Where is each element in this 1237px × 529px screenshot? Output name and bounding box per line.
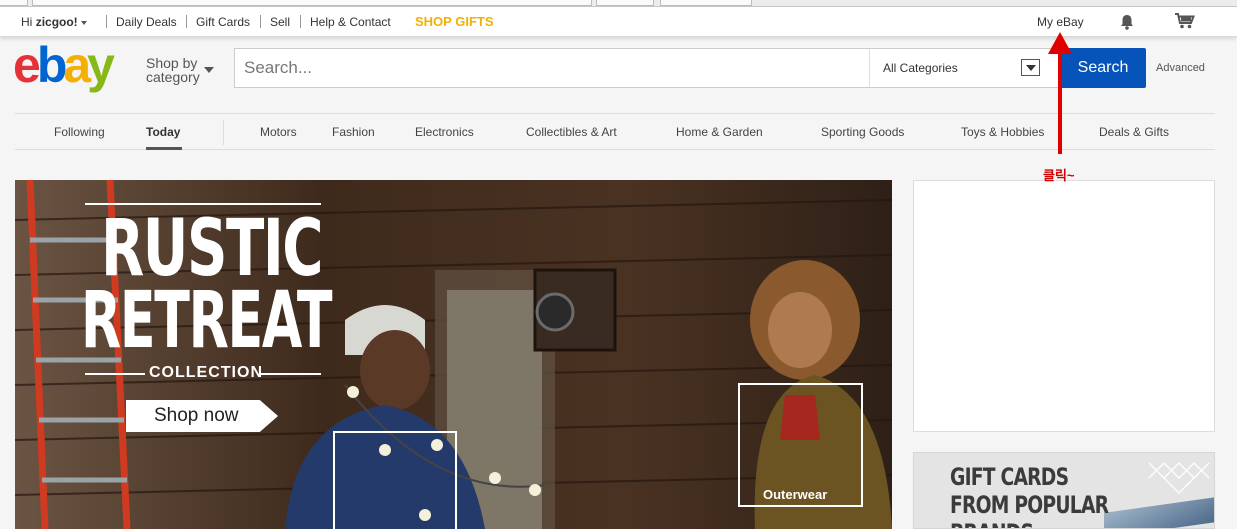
browser-address-bar[interactable] — [32, 0, 592, 6]
divider — [300, 15, 301, 28]
gift-cards-line3: BRANDS — [950, 519, 1034, 528]
nav-item-today[interactable]: Today — [146, 125, 180, 139]
hero-subtitle: COLLECTION — [149, 364, 263, 381]
sell-link[interactable]: Sell — [270, 15, 290, 29]
nav-item-following[interactable]: Following — [54, 125, 105, 139]
greeting-prefix: Hi — [21, 15, 33, 29]
annotation-arrow-icon — [1048, 32, 1072, 154]
logo-letter-b: b — [36, 37, 67, 93]
outerwear-hotspot[interactable]: Outerwear — [738, 383, 863, 507]
nav-item-fashion[interactable]: Fashion — [332, 125, 375, 139]
chevron-down-icon — [80, 20, 87, 25]
nav-item-deals-gifts[interactable]: Deals & Gifts — [1099, 125, 1169, 139]
advanced-search-link[interactable]: Advanced — [1156, 62, 1205, 74]
category-nav: Following Today Motors Fashion Electroni… — [15, 113, 1215, 150]
browser-tab-strip — [0, 0, 1237, 7]
chevron-down-icon[interactable] — [204, 67, 214, 73]
shop-by-label: Shop by — [146, 55, 198, 71]
divider — [186, 15, 187, 28]
greeting-menu[interactable]: Hi zicgoo! — [21, 15, 87, 29]
daily-deals-link[interactable]: Daily Deals — [116, 15, 177, 29]
decorative-pattern-icon — [1148, 461, 1210, 495]
gift-cards-link[interactable]: Gift Cards — [196, 15, 250, 29]
nav-item-electronics[interactable]: Electronics — [415, 125, 474, 139]
gift-cards-line1: GIFT CARDS — [950, 463, 1069, 491]
nav-item-collectibles-art[interactable]: Collectibles & Art — [526, 125, 617, 139]
logo-letter-e: e — [13, 37, 41, 93]
divider — [106, 15, 107, 28]
ebay-logo[interactable]: ebay — [13, 37, 115, 93]
hero-banner[interactable]: RUSTIC RETREAT COLLECTION Shop now Outer… — [15, 180, 892, 529]
greeting-username: zicgoo! — [35, 15, 78, 29]
nav-item-motors[interactable]: Motors — [260, 125, 297, 139]
bell-icon[interactable] — [1118, 13, 1136, 36]
gift-cards-line2: FROM POPULAR — [950, 491, 1109, 519]
help-contact-link[interactable]: Help & Contact — [310, 15, 391, 29]
category-label: category — [146, 69, 200, 85]
annotation-label: 클릭~ — [1043, 168, 1075, 183]
divider — [869, 49, 870, 87]
nav-item-home-garden[interactable]: Home & Garden — [676, 125, 763, 139]
browser-tab[interactable] — [0, 0, 28, 6]
cart-icon[interactable] — [1174, 12, 1196, 35]
logo-letter-y: y — [87, 37, 115, 93]
browser-tab[interactable] — [660, 0, 752, 6]
hero-rule-left — [85, 373, 145, 375]
search-bar: All Categories — [234, 48, 1060, 88]
my-ebay-link[interactable]: My eBay — [1037, 15, 1084, 29]
product-hotspot-frame[interactable] — [333, 431, 457, 529]
divider — [260, 15, 261, 28]
category-dropdown-arrow-icon[interactable] — [1021, 59, 1040, 76]
nav-item-toys-hobbies[interactable]: Toys & Hobbies — [961, 125, 1044, 139]
gift-cards-promo[interactable]: GIFT CARDS FROM POPULAR BRANDS — [913, 452, 1215, 529]
shop-gifts-link[interactable]: SHOP GIFTS — [415, 14, 494, 29]
active-tab-indicator — [146, 147, 182, 150]
search-input[interactable] — [235, 49, 869, 87]
category-select-value[interactable]: All Categories — [883, 61, 958, 75]
browser-tab[interactable] — [596, 0, 654, 6]
logo-letter-a: a — [63, 37, 91, 93]
outerwear-label: Outerwear — [763, 487, 828, 502]
nav-item-sporting-goods[interactable]: Sporting Goods — [821, 125, 904, 139]
hero-title-line2: RETREAT — [81, 276, 333, 366]
divider — [223, 120, 224, 145]
shop-now-button[interactable]: Shop now — [126, 400, 278, 432]
shop-now-label: Shop now — [154, 405, 239, 426]
hero-rule-right — [259, 373, 321, 375]
side-ad-box — [913, 180, 1215, 432]
shop-by-category-button[interactable]: Shop by category — [146, 56, 200, 84]
